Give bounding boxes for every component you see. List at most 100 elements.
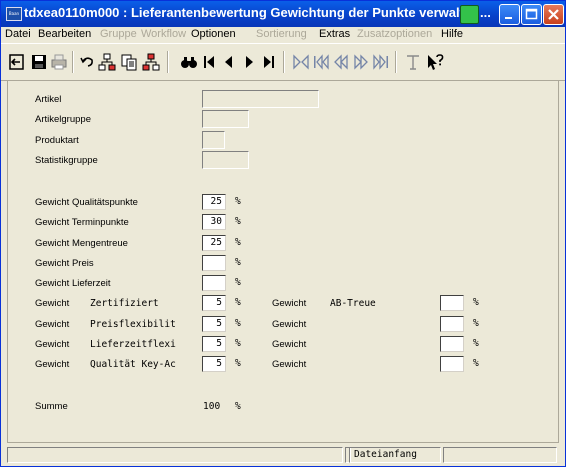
menu-gruppe[interactable]: Gruppe (100, 28, 137, 40)
gewicht-label: Gewicht (35, 339, 70, 350)
menu-hilfe[interactable]: Hilfe (441, 28, 463, 40)
close-icon (548, 9, 559, 20)
gewicht-right-input[interactable] (440, 336, 464, 352)
status-panel-message (7, 447, 343, 463)
toolbar-separator (167, 51, 169, 73)
produktart-field[interactable] (202, 131, 225, 149)
lieferzeitflexibilitaet-label: Lieferzeitflexi (90, 339, 176, 350)
menu-zusatzoptionen[interactable]: Zusatzoptionen (357, 28, 432, 40)
gewicht-right-input[interactable] (440, 316, 464, 332)
percent-sign: % (235, 216, 241, 227)
last-set-icon (373, 54, 388, 70)
minimize-icon (505, 17, 512, 19)
gewicht-right-input[interactable] (440, 356, 464, 372)
gewicht-terminpunkte-input[interactable]: 30 (202, 214, 226, 230)
first-set-icon (293, 54, 309, 70)
title-bar[interactable]: Baan tdxea0110m000 : Lieferantenbewertun… (1, 1, 565, 27)
fast-forward-icon (354, 54, 368, 70)
tree-icon (98, 53, 116, 71)
text-icon (407, 55, 419, 70)
lieferzeitflexibilitaet-input[interactable]: 5 (202, 336, 226, 352)
previous-record-button[interactable] (219, 52, 239, 72)
fast-forward-button[interactable] (351, 52, 371, 72)
last-set-button[interactable] (371, 52, 391, 72)
percent-sign: % (473, 358, 479, 369)
undo-button[interactable] (77, 52, 97, 72)
preisflexibilitaet-input[interactable]: 5 (202, 316, 226, 332)
gewicht-qualitaetspunkte-input[interactable]: 25 (202, 194, 226, 210)
exit-button[interactable] (7, 52, 27, 72)
print-button[interactable] (49, 52, 69, 72)
maximize-button[interactable] (521, 4, 542, 25)
save-icon (32, 55, 46, 69)
copy-button[interactable] (119, 52, 139, 72)
session-status-icon[interactable] (460, 5, 479, 24)
rewind-icon (334, 54, 348, 70)
toolbar-separator (395, 51, 397, 73)
copy-icon (121, 54, 137, 71)
menu-workflow[interactable]: Workflow (141, 28, 186, 40)
artikelgruppe-field[interactable] (202, 110, 249, 128)
status-panel-extra (443, 447, 557, 463)
menu-datei[interactable]: Datei (5, 28, 31, 40)
gewicht-label: Gewicht (272, 298, 307, 309)
percent-sign: % (473, 318, 479, 329)
zertifiziert-input[interactable]: 5 (202, 295, 226, 311)
maximize-icon (525, 8, 538, 20)
menu-bar: Datei Bearbeiten Gruppe Workflow Optione… (1, 27, 565, 43)
last-record-icon (264, 56, 274, 68)
menu-bearbeiten[interactable]: Bearbeiten (38, 28, 91, 40)
percent-sign: % (473, 297, 479, 308)
menu-optionen[interactable]: Optionen (191, 28, 236, 40)
rewind-button[interactable] (331, 52, 351, 72)
toolbar-separator (283, 51, 285, 73)
summe-value: 100 (203, 401, 221, 412)
gewicht-mengentreue-input[interactable]: 25 (202, 235, 226, 251)
next-record-button[interactable] (239, 52, 259, 72)
summe-label: Summe (35, 401, 68, 412)
exit-icon (9, 54, 24, 70)
percent-sign: % (235, 338, 241, 349)
gewicht-label: Gewicht (35, 359, 70, 370)
previous-set-button[interactable] (311, 52, 331, 72)
save-button[interactable] (29, 52, 49, 72)
gewicht-preis-label: Gewicht Preis (35, 258, 94, 269)
print-icon (51, 54, 67, 70)
gewicht-lieferzeit-label: Gewicht Lieferzeit (35, 278, 111, 289)
tree-export-button[interactable] (141, 52, 161, 72)
menu-extras[interactable]: Extras (319, 28, 350, 40)
gewicht-label: Gewicht (35, 319, 70, 330)
percent-sign: % (473, 338, 479, 349)
tree-button[interactable] (97, 52, 117, 72)
help-icon (428, 54, 444, 70)
previous-record-icon (225, 56, 232, 68)
statistikgruppe-field[interactable] (202, 151, 249, 169)
gewicht-lieferzeit-input[interactable] (202, 275, 226, 291)
menu-sortierung[interactable]: Sortierung (256, 28, 307, 40)
toolbar-separator (72, 51, 74, 73)
find-button[interactable] (179, 52, 199, 72)
gewicht-preis-input[interactable] (202, 255, 226, 271)
percent-sign: % (235, 257, 241, 268)
previous-set-icon (314, 54, 329, 70)
percent-sign: % (235, 196, 241, 207)
help-button[interactable] (425, 52, 445, 72)
gewicht-label: Gewicht (35, 298, 70, 309)
baan-app-icon[interactable]: Baan (6, 7, 22, 21)
first-record-button[interactable] (199, 52, 219, 72)
ab-treue-input[interactable] (440, 295, 464, 311)
percent-sign: % (235, 358, 241, 369)
percent-sign: % (235, 237, 241, 248)
qualitaet-key-account-input[interactable]: 5 (202, 356, 226, 372)
text-button[interactable] (403, 52, 423, 72)
artikel-field[interactable] (202, 90, 319, 108)
close-button[interactable] (543, 4, 564, 25)
title-ellipsis: ... (480, 5, 491, 20)
last-record-button[interactable] (259, 52, 279, 72)
status-panel-position: Dateianfang (349, 447, 441, 463)
tree-export-icon (142, 53, 160, 71)
qualitaet-key-account-label: Qualität Key-Ac (90, 359, 176, 370)
window-title: tdxea0110m000 : Lieferantenbewertung Gew… (24, 5, 464, 20)
first-set-button[interactable] (291, 52, 311, 72)
minimize-button[interactable] (499, 4, 520, 25)
